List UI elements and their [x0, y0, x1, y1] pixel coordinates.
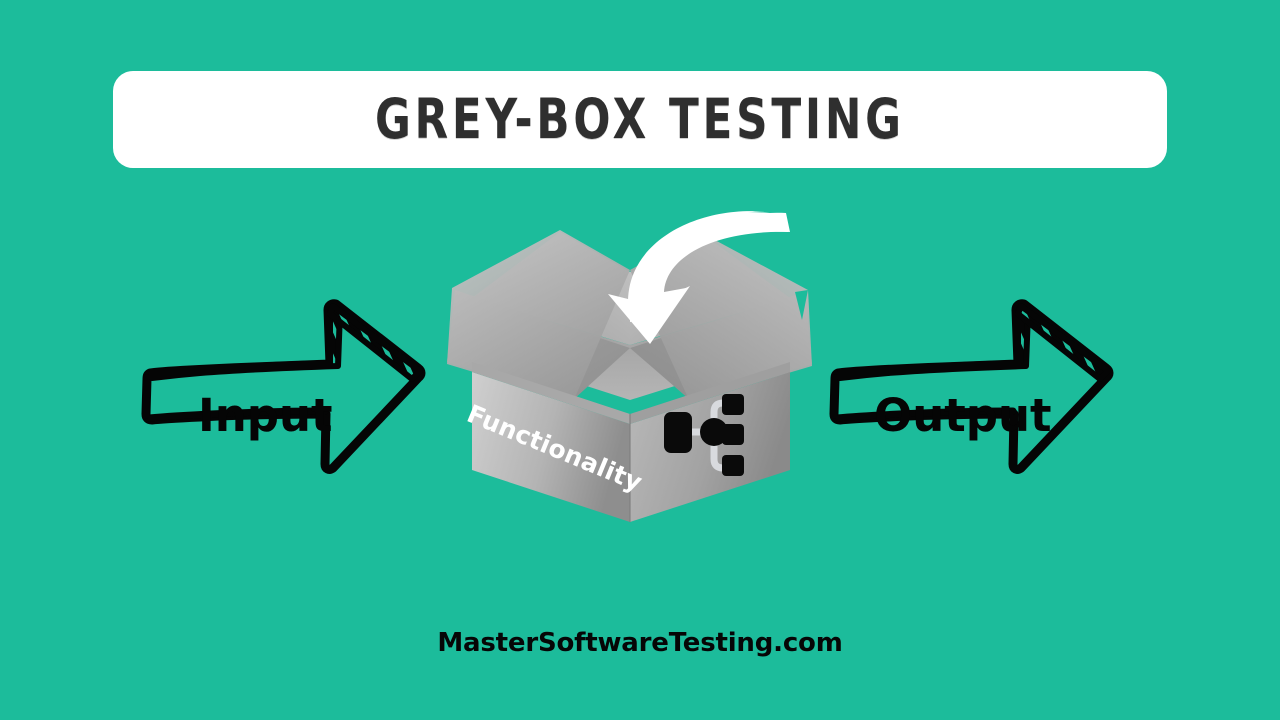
output-arrow-icon — [829, 299, 1114, 474]
box-flap-back-left — [472, 232, 630, 345]
node-branch-3 — [722, 455, 744, 476]
node-input-block — [664, 412, 692, 453]
node-branch-2 — [722, 424, 744, 445]
box-flap-front-left — [447, 230, 630, 402]
box-flap-left-inner — [447, 290, 630, 400]
output-label: Output — [874, 389, 1052, 442]
box-flap-right-inner — [630, 292, 812, 400]
box-flap-back-right — [630, 232, 790, 345]
input-arrow-icon — [141, 299, 426, 474]
footer-website: MasterSoftwareTesting.com — [437, 628, 843, 658]
box-flap-front-right — [630, 232, 812, 402]
page-title: GREY-BOX TESTING — [375, 87, 905, 152]
node-hub-circle — [700, 418, 728, 446]
functionality-label: Functionality — [462, 399, 647, 498]
input-label: Input — [198, 389, 333, 442]
box-face-right — [630, 372, 790, 522]
node-branch-1 — [722, 394, 744, 415]
flowchart-nodes-icon — [664, 394, 744, 476]
poster-canvas: GREY-BOX TESTING Input Output Functional… — [0, 0, 1280, 720]
curved-down-arrow-icon — [608, 211, 790, 344]
title-card: GREY-BOX TESTING — [113, 71, 1167, 168]
